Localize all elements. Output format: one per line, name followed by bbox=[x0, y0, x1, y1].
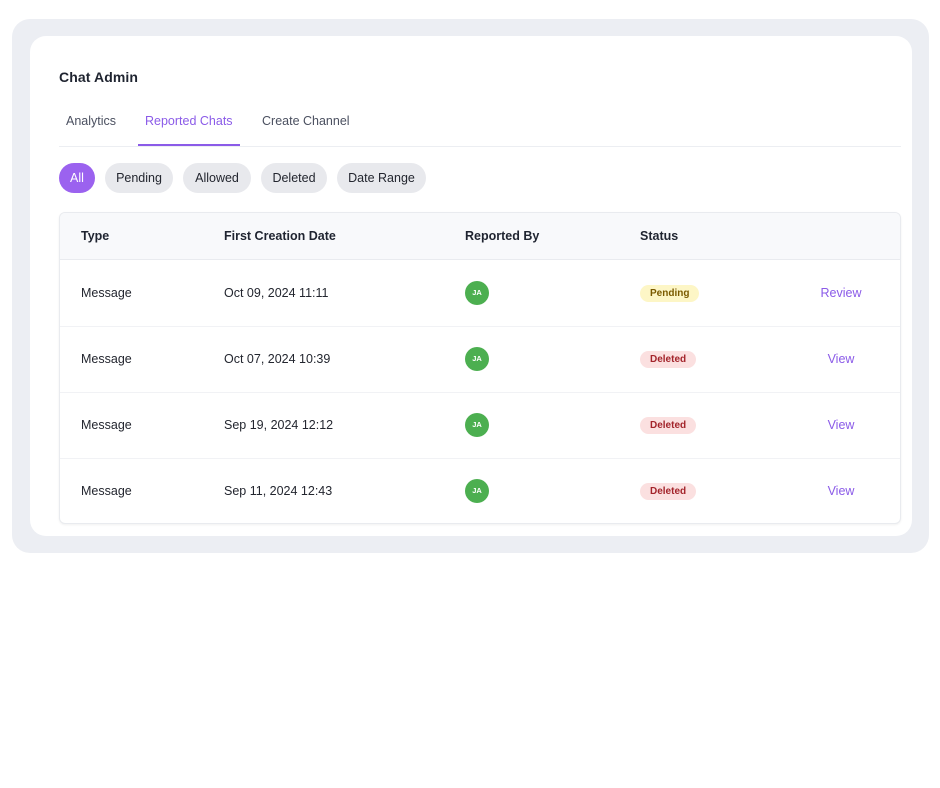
row-type: Message bbox=[81, 352, 132, 366]
reported-chats-table: Type First Creation Date Reported By Sta… bbox=[59, 212, 901, 524]
table-header: Type First Creation Date Reported By Sta… bbox=[60, 213, 900, 260]
row-type: Message bbox=[81, 418, 132, 432]
row-type: Message bbox=[81, 484, 132, 498]
table-row: Message Oct 09, 2024 11:11 JA Pending Re… bbox=[60, 260, 900, 327]
view-link[interactable]: View bbox=[811, 392, 871, 458]
row-type: Message bbox=[81, 286, 132, 300]
avatar: JA bbox=[465, 479, 489, 503]
filter-allowed-chip[interactable]: Allowed bbox=[183, 163, 251, 193]
filter-date-range-chip[interactable]: Date Range bbox=[337, 163, 426, 193]
tab-create-channel[interactable]: Create Channel bbox=[255, 100, 357, 145]
column-header-reported-by: Reported By bbox=[465, 229, 540, 243]
avatar: JA bbox=[465, 347, 489, 371]
avatar: JA bbox=[465, 281, 489, 305]
table-row: Message Sep 11, 2024 12:43 JA Deleted Vi… bbox=[60, 458, 900, 523]
column-header-status: Status bbox=[640, 229, 679, 243]
chat-admin-panel: Chat Admin Analytics Reported Chats Crea… bbox=[30, 36, 912, 536]
tab-bar: Analytics Reported Chats Create Channel bbox=[59, 100, 901, 147]
view-link[interactable]: View bbox=[811, 326, 871, 392]
filter-all-chip[interactable]: All bbox=[59, 163, 95, 193]
filter-deleted-chip[interactable]: Deleted bbox=[261, 163, 327, 193]
filter-pending-chip[interactable]: Pending bbox=[105, 163, 173, 193]
status-badge: Pending bbox=[640, 285, 700, 302]
table-row: Message Sep 19, 2024 12:12 JA Deleted Vi… bbox=[60, 392, 900, 459]
status-badge: Deleted bbox=[640, 417, 697, 434]
view-link[interactable]: View bbox=[811, 458, 871, 523]
page-title: Chat Admin bbox=[59, 69, 139, 85]
app-frame: Chat Admin Analytics Reported Chats Crea… bbox=[12, 19, 929, 553]
status-badge: Deleted bbox=[640, 351, 697, 368]
row-date: Oct 07, 2024 10:39 bbox=[224, 352, 331, 366]
row-date: Sep 11, 2024 12:43 bbox=[224, 484, 333, 498]
tab-reported-chats[interactable]: Reported Chats bbox=[138, 100, 240, 146]
column-header-first-creation-date: First Creation Date bbox=[224, 229, 336, 243]
tab-analytics[interactable]: Analytics bbox=[59, 100, 123, 145]
row-date: Oct 09, 2024 11:11 bbox=[224, 286, 329, 300]
status-badge: Deleted bbox=[640, 483, 697, 500]
table-row: Message Oct 07, 2024 10:39 JA Deleted Vi… bbox=[60, 326, 900, 393]
avatar: JA bbox=[465, 413, 489, 437]
review-link[interactable]: Review bbox=[811, 260, 871, 326]
column-header-type: Type bbox=[81, 229, 110, 243]
row-date: Sep 19, 2024 12:12 bbox=[224, 418, 334, 432]
